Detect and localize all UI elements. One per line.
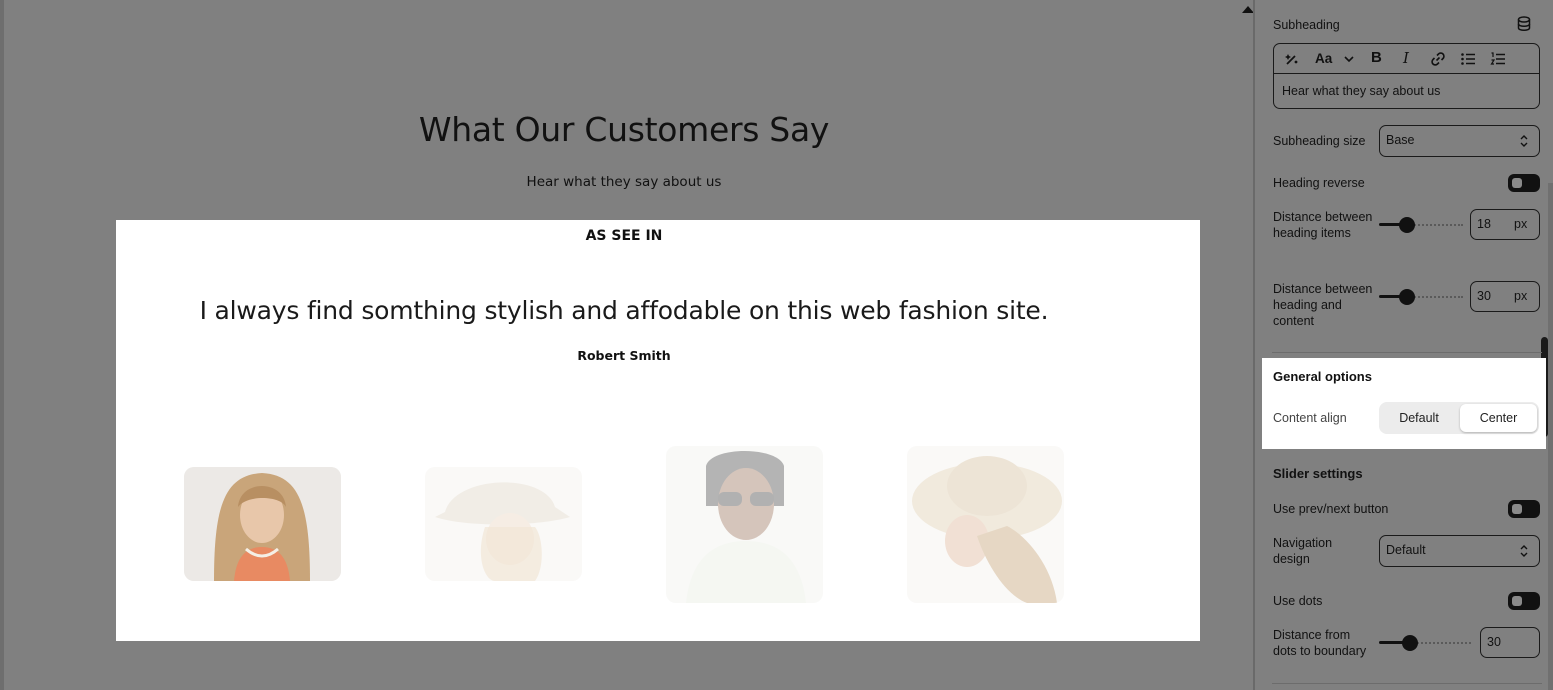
- sidebar-scroll-track: [1548, 183, 1553, 690]
- bullet-list-icon[interactable]: [1460, 51, 1476, 70]
- font-size-icon[interactable]: Aa: [1315, 51, 1332, 67]
- testimonial-author: Robert Smith: [577, 348, 671, 363]
- woman-blonde-image: [184, 467, 341, 581]
- magic-wand-icon[interactable]: [1284, 51, 1300, 70]
- slider-track: [1413, 642, 1471, 644]
- slider-settings-title: Slider settings: [1273, 466, 1363, 481]
- card-label: AS SEE IN: [585, 228, 663, 244]
- dots-distance-value: 30: [1487, 635, 1501, 649]
- general-options-title: General options: [1273, 369, 1372, 384]
- testimonial-card: AS SEE IN I always find somthing stylish…: [116, 220, 1200, 641]
- content-align-center[interactable]: Center: [1460, 404, 1537, 432]
- unit-label: px: [1514, 289, 1528, 303]
- thumbnail-1[interactable]: [184, 467, 341, 581]
- slider-track: [1411, 296, 1463, 298]
- numbered-list-icon[interactable]: [1490, 51, 1506, 70]
- general-options-panel: General options Content align Default Ce…: [1262, 358, 1546, 449]
- subheading-label: Subheading: [1273, 18, 1340, 32]
- distance-heading-content-value: 30: [1477, 289, 1491, 303]
- navigation-design-label: Navigation design: [1273, 536, 1333, 566]
- thumbnail-4[interactable]: [907, 446, 1064, 603]
- unit-label: px: [1514, 217, 1528, 231]
- use-dots-label: Use dots: [1273, 594, 1323, 608]
- testimonial-quote: I always find somthing stylish and affod…: [199, 296, 1049, 325]
- subheading-value[interactable]: Hear what they say about us: [1282, 84, 1440, 98]
- bold-icon[interactable]: B: [1371, 50, 1382, 66]
- woman-bucket-hat-image: [425, 467, 582, 581]
- slider-track: [1411, 224, 1463, 226]
- distance-heading-items-slider[interactable]: [1399, 217, 1415, 233]
- heading-reverse-label: Heading reverse: [1273, 176, 1365, 190]
- section-divider: [1272, 352, 1542, 353]
- italic-icon[interactable]: I: [1403, 50, 1409, 66]
- select-chevron-icon: [1519, 544, 1529, 558]
- database-icon[interactable]: [1517, 16, 1531, 32]
- thumbnail-3[interactable]: [666, 446, 823, 603]
- link-icon[interactable]: [1430, 51, 1446, 70]
- use-dots-toggle[interactable]: [1508, 592, 1540, 610]
- subheading-size-value: Base: [1386, 133, 1415, 147]
- content-align-segmented: Default Center: [1379, 402, 1539, 434]
- dots-distance-slider[interactable]: [1402, 635, 1418, 651]
- section-title: What Our Customers Say: [418, 110, 830, 149]
- section-divider: [1272, 683, 1542, 684]
- preview-canvas: What Our Customers Say Hear what they sa…: [0, 0, 1254, 690]
- content-align-default[interactable]: Default: [1379, 402, 1459, 434]
- subheading-size-label: Subheading size: [1273, 134, 1366, 148]
- select-chevron-icon: [1519, 134, 1529, 148]
- navigation-design-value: Default: [1386, 543, 1426, 557]
- use-prev-next-label: Use prev/next button: [1273, 502, 1389, 516]
- distance-heading-items-label: Distance between heading items: [1273, 210, 1373, 240]
- section-subtitle: Hear what they say about us: [526, 174, 722, 190]
- use-prev-next-toggle[interactable]: [1508, 500, 1540, 518]
- distance-heading-content-slider[interactable]: [1399, 289, 1415, 305]
- editor-toolbar-divider: [1274, 73, 1539, 74]
- woman-sunglasses-image: [666, 446, 823, 603]
- chevron-down-icon[interactable]: [1343, 51, 1355, 70]
- woman-straw-hat-image: [907, 446, 1064, 603]
- content-align-label: Content align: [1273, 411, 1347, 425]
- distance-heading-items-value: 18: [1477, 217, 1491, 231]
- distance-heading-content-label: Distance between heading and content: [1273, 282, 1373, 328]
- dots-distance-label: Distance from dots to boundary: [1273, 628, 1367, 658]
- heading-reverse-toggle[interactable]: [1508, 174, 1540, 192]
- thumbnail-2[interactable]: [425, 467, 582, 581]
